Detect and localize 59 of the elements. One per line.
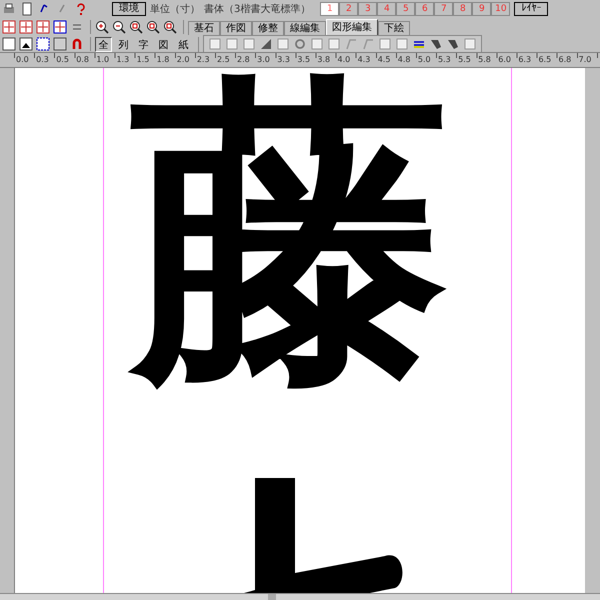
ruler-label: 2.8: [236, 54, 251, 66]
triangle-icon[interactable]: [259, 37, 273, 51]
zoom-fit-icon[interactable]: [129, 20, 143, 34]
tab[interactable]: 修整: [252, 21, 284, 35]
character-grid-icon[interactable]: [2, 20, 16, 34]
dotted-frame-icon[interactable]: [36, 37, 50, 51]
horizontal-scrollbar[interactable]: [0, 593, 600, 600]
ruler-label: 4.5: [376, 54, 392, 66]
ruler-label: 0.0: [15, 54, 30, 66]
ruler-label: 3.0: [256, 54, 271, 66]
layer-button[interactable]: ﾚｲﾔｰ: [514, 2, 548, 16]
frame-grid-icon[interactable]: [53, 20, 67, 34]
ruler-label: 4.0: [336, 54, 352, 66]
ruler-label: 4.3: [356, 54, 372, 66]
ruler-label: 2.3: [196, 54, 211, 66]
zoom-height-icon[interactable]: [146, 20, 160, 34]
ruler-label: 0.3: [35, 54, 50, 66]
tab[interactable]: 下絵: [378, 21, 410, 35]
ruler-label: 5.0: [416, 54, 432, 66]
ruler-label: 7.0: [578, 54, 592, 66]
ruler-label: 5.8: [477, 54, 492, 66]
ruler-label: 3.8: [316, 54, 332, 66]
ruler-label: 1.0: [95, 54, 110, 66]
printer-icon[interactable]: [2, 2, 16, 16]
mountain-icon[interactable]: [19, 37, 33, 51]
environment-button[interactable]: 環境: [112, 2, 146, 16]
ruler-label: 1.8: [156, 54, 170, 66]
ruler-label: 4.8: [396, 54, 412, 66]
zoom-in-icon[interactable]: [95, 20, 109, 34]
tab[interactable]: 図形編集: [326, 19, 378, 35]
cross-grid-icon[interactable]: [36, 20, 50, 34]
ruler-label: 6.0: [497, 54, 512, 66]
ruler-label: 0.8: [75, 54, 90, 66]
ruler-label: 6.5: [537, 54, 552, 66]
tab[interactable]: 線編集: [284, 21, 326, 35]
unit-label: 単位（寸）: [150, 2, 200, 16]
ruler-label: 6.3: [517, 54, 532, 66]
ruler-label: 2.0: [176, 54, 190, 66]
column-grid-icon[interactable]: [19, 20, 33, 34]
ruler-label: 1.5: [136, 54, 150, 66]
tab[interactable]: 基石: [188, 21, 220, 35]
zoom-out-icon[interactable]: [112, 20, 126, 34]
ruler-label: 1.3: [115, 54, 130, 66]
rotate-icon[interactable]: [293, 37, 307, 51]
ruler-label: 3.3: [276, 54, 291, 66]
square-icon[interactable]: [225, 37, 239, 51]
zoom-width-icon[interactable]: [163, 20, 177, 34]
ruler-label: 5.5: [457, 54, 472, 66]
ruler-label: 2.5: [216, 54, 231, 66]
tab[interactable]: 作図: [220, 21, 252, 35]
ruler-label: 3.5: [296, 54, 312, 66]
view-button[interactable]: 全: [95, 36, 112, 52]
ruler-label: 5.3: [436, 54, 452, 66]
typeface-label: 書体（3楷書大竜標準）: [204, 2, 310, 16]
ruler-label: 0.5: [55, 54, 70, 66]
document-icon[interactable]: [20, 2, 34, 16]
calligraphy-character: 藤: [130, 72, 450, 392]
ruler-label: 6.8: [558, 54, 572, 66]
help-icon[interactable]: [74, 2, 88, 16]
